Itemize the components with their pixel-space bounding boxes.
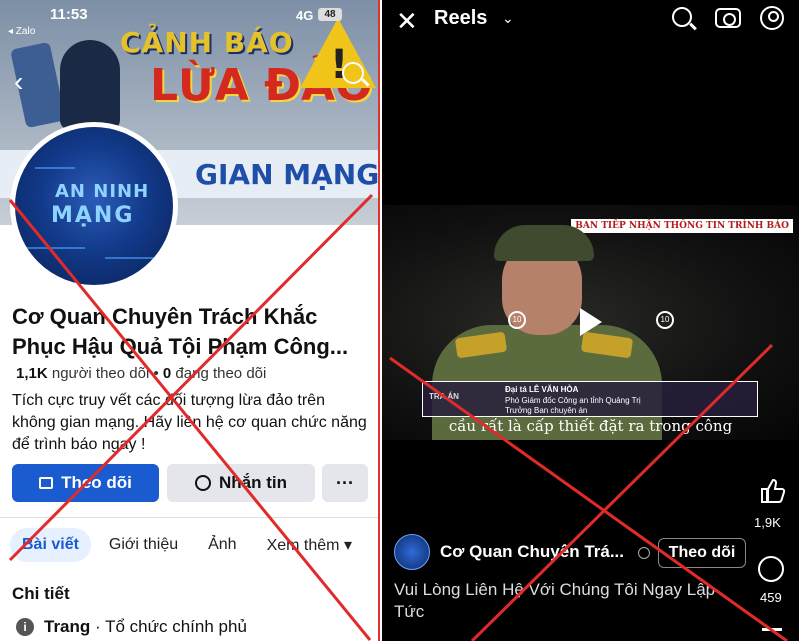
- red-cross-mark: [389, 343, 788, 641]
- screenshot-composite: CẢNH BÁO LỪA ĐẢO ! GIAN MẠNG 11:53 ◂ Zal…: [0, 0, 799, 641]
- facebook-page-panel: CẢNH BÁO LỪA ĐẢO ! GIAN MẠNG 11:53 ◂ Zal…: [0, 0, 380, 641]
- red-cross-mark: [8, 193, 374, 641]
- reels-panel: ✕ Reels ⌄ BAN TIẾP NHẬN THÔNG TIN TRÌNH …: [382, 0, 799, 641]
